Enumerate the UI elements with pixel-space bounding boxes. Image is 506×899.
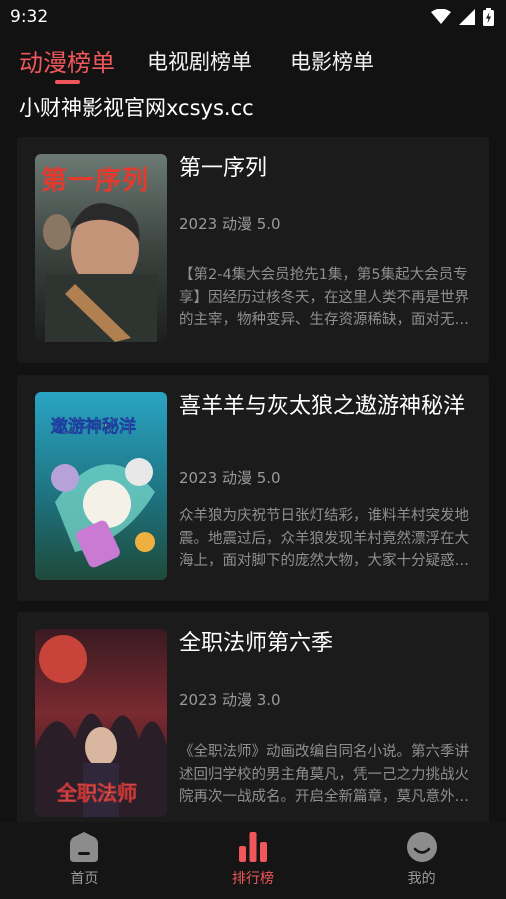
- item-meta: 2023 动漫 3.0: [179, 691, 281, 709]
- tab-tv[interactable]: 电视剧榜单: [147, 46, 252, 76]
- active-tab-indicator: [55, 80, 80, 84]
- poster-image: 遨游神秘洋: [35, 392, 167, 580]
- poster-image: 第一序列: [35, 154, 167, 342]
- item-meta: 2023 动漫 5.0: [179, 469, 281, 487]
- poster-title-text: 全职法师: [57, 781, 138, 806]
- battery-icon: [483, 8, 494, 26]
- poster-title-text: 遨游神秘洋: [51, 417, 137, 438]
- tab-anime[interactable]: 动漫榜单: [19, 43, 115, 78]
- list-item[interactable]: 第一序列 第一序列 2023 动漫 5.0 【第2-4集大会员抢先1集，第5集起…: [17, 137, 489, 363]
- nav-profile[interactable]: 我的: [337, 822, 506, 899]
- item-meta: 2023 动漫 5.0: [179, 215, 281, 233]
- item-title: 第一序列: [179, 156, 268, 181]
- item-description: 【第2-4集大会员抢先1集，第5集起大会员专享】因经历过核冬天，在这里人类不再是…: [179, 267, 469, 328]
- status-icons: [431, 8, 494, 26]
- signal-icon: [459, 9, 475, 25]
- bottom-navigation: 首页 排行榜 我的: [0, 822, 506, 899]
- site-banner-text: 小财神影视官网xcsys.cc: [19, 96, 254, 120]
- status-time: 9:32: [10, 7, 49, 27]
- poster-title-text: 第一序列: [41, 166, 150, 196]
- item-title: 喜羊羊与灰太狼之遨游神秘洋: [179, 394, 466, 419]
- item-title: 全职法师第六季: [179, 631, 334, 656]
- item-description: 《全职法师》动画改编自同名小说。第六季讲述回归学校的男主角莫凡，凭一己之力挑战火…: [179, 744, 469, 805]
- nav-home-label: 首页: [70, 871, 99, 887]
- tab-movie[interactable]: 电影榜单: [290, 46, 374, 76]
- profile-icon: [406, 832, 437, 862]
- nav-home[interactable]: 首页: [0, 822, 169, 899]
- list-item[interactable]: 全职法师 全职法师第六季 2023 动漫 3.0 《全职法师》动画改编自同名小说…: [17, 612, 489, 838]
- poster-image: 全职法师: [35, 629, 167, 817]
- status-bar: 9:32: [0, 0, 506, 34]
- home-icon: [70, 832, 99, 862]
- list-item[interactable]: 遨游神秘洋 喜羊羊与灰太狼之遨游神秘洋 2023 动漫 5.0 众羊狼为庆祝节日…: [17, 375, 489, 601]
- item-description: 众羊狼为庆祝节日张灯结彩，谁料羊村突发地震。地震过后，众羊狼发现羊村竟然漂浮在大…: [179, 508, 469, 569]
- nav-ranking-label: 排行榜: [232, 871, 274, 887]
- ranking-tabs: 动漫榜单 电视剧榜单 电影榜单: [0, 38, 506, 86]
- wifi-icon: [431, 9, 451, 24]
- nav-profile-label: 我的: [407, 871, 436, 887]
- rank-icon: [239, 832, 267, 862]
- nav-ranking[interactable]: 排行榜: [169, 822, 338, 899]
